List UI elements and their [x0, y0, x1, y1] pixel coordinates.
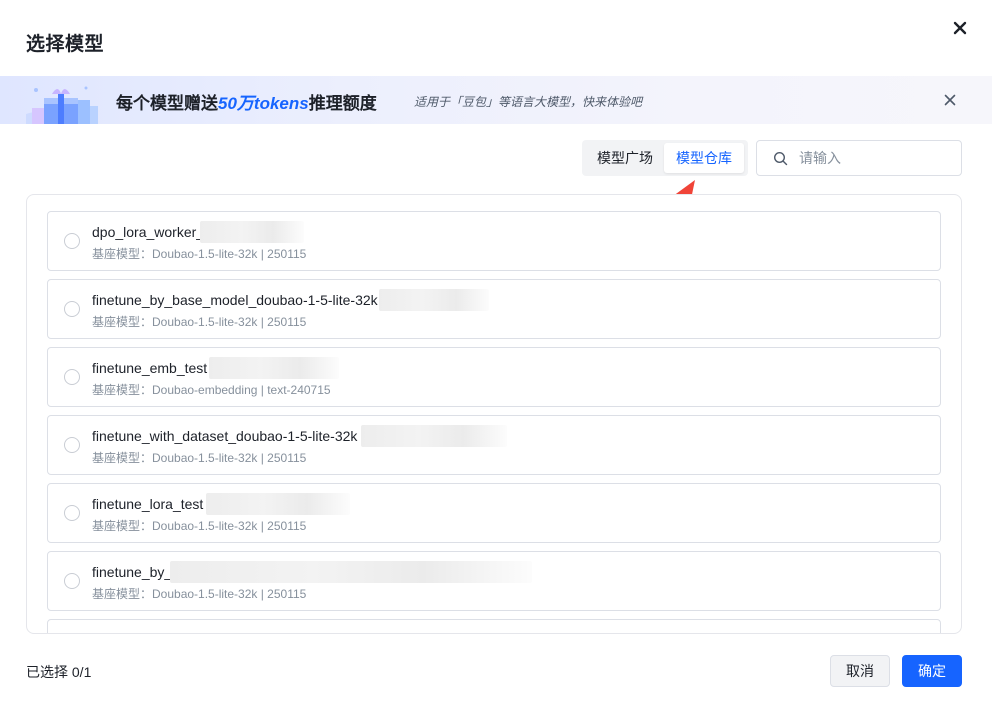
banner-title-prefix: 每个模型赠送: [116, 94, 218, 113]
redacted-text: [200, 221, 304, 243]
model-meta: 基座模型：Doubao-1.5-lite-32k | 250115: [92, 587, 307, 601]
model-meta: 基座模型：Doubao-1.5-lite-32k | 250115: [92, 451, 307, 465]
model-meta: 基座模型：Doubao-1.5-lite-32k | 250115: [92, 519, 307, 533]
promo-banner: 每个模型赠送50万tokens推理额度 适用于「豆包」等语言大模型，快来体验吧: [0, 76, 992, 124]
radio-button[interactable]: [64, 369, 80, 385]
list-item[interactable]: dpo_lora_worker_ 基座模型：Doubao-1.5-lite-32…: [47, 211, 941, 271]
radio-button[interactable]: [64, 301, 80, 317]
list-item[interactable]: finetune_emb_test 基座模型：Doubao-embedding …: [47, 347, 941, 407]
list-item[interactable]: finetune_by_base_model_doubao-1-5-lite-3…: [47, 279, 941, 339]
dialog-header: 选择模型: [0, 0, 992, 76]
dialog-title: 选择模型: [26, 34, 105, 55]
model-name: finetune_by_: [92, 564, 173, 580]
search-box: [756, 140, 962, 176]
banner-title-suffix: 推理额度: [308, 94, 377, 113]
cancel-button[interactable]: 取消: [830, 655, 890, 687]
model-meta: 基座模型：Doubao-embedding | text-240715: [92, 383, 331, 397]
model-source-tabs: 模型广场 模型仓库: [582, 140, 748, 176]
redacted-text: [209, 357, 339, 379]
banner-title: 每个模型赠送50万tokens推理额度: [116, 89, 377, 114]
gift-box-illustration: [26, 86, 98, 124]
model-list[interactable]: dpo_lora_worker_ 基座模型：Doubao-1.5-lite-32…: [26, 194, 962, 634]
model-name: dpo_lora_worker_: [92, 224, 205, 240]
radio-button[interactable]: [64, 573, 80, 589]
search-input[interactable]: [799, 148, 949, 168]
list-item[interactable]: [47, 619, 941, 633]
list-item[interactable]: finetune_with_dataset_doubao-1-5-lite-32…: [47, 415, 941, 475]
banner-title-highlight: 50万tokens: [218, 94, 309, 113]
banner-subtitle: 适用于「豆包」等语言大模型，快来体验吧: [414, 95, 643, 109]
model-meta: 基座模型：Doubao-1.5-lite-32k | 250115: [92, 315, 307, 329]
banner-close-icon[interactable]: [941, 91, 959, 109]
select-model-dialog: 选择模型 每个模型赠送50万tokens推理额度 适用于「豆包」等语言大模型，快…: [0, 0, 992, 714]
redacted-text: [206, 493, 350, 515]
model-name: finetune_by_base_model_doubao-1-5-lite-3…: [92, 292, 378, 308]
radio-button[interactable]: [64, 437, 80, 453]
selection-count: 已选择 0/1: [26, 664, 92, 680]
close-icon[interactable]: [950, 18, 970, 38]
model-name: finetune_lora_test: [92, 496, 204, 512]
radio-button[interactable]: [64, 233, 80, 249]
redacted-text: [170, 561, 532, 583]
confirm-button[interactable]: 确定: [902, 655, 962, 687]
radio-button[interactable]: [64, 505, 80, 521]
tab-model-square[interactable]: 模型广场: [586, 143, 664, 173]
model-meta: 基座模型：Doubao-1.5-lite-32k | 250115: [92, 247, 307, 261]
search-icon: [773, 151, 788, 166]
model-name: finetune_with_dataset_doubao-1-5-lite-32…: [92, 428, 358, 444]
model-name: finetune_emb_test: [92, 360, 208, 376]
list-item[interactable]: finetune_by_ 基座模型：Doubao-1.5-lite-32k | …: [47, 551, 941, 611]
tab-model-repository[interactable]: 模型仓库: [664, 143, 744, 173]
redacted-text: [379, 289, 489, 311]
redacted-text: [361, 425, 507, 447]
list-item[interactable]: finetune_lora_test 基座模型：Doubao-1.5-lite-…: [47, 483, 941, 543]
